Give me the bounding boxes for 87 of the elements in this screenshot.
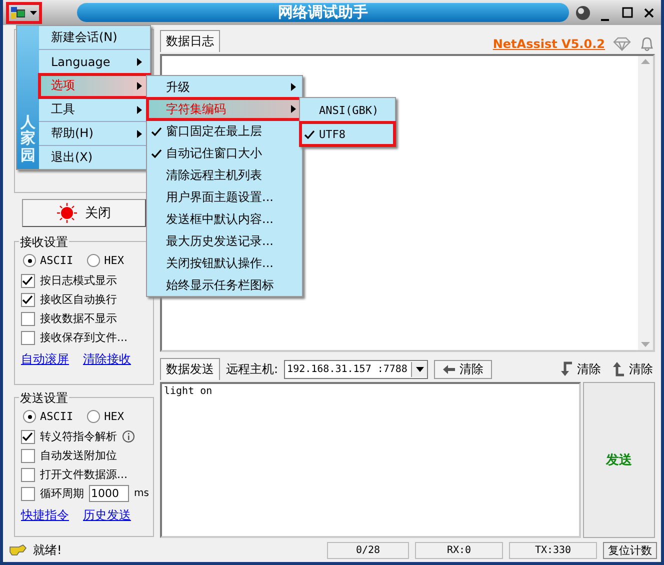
remote-host-label: 远程主机: bbox=[226, 360, 278, 378]
status-field: TX:330 bbox=[509, 542, 597, 558]
submenu-arrow-icon bbox=[137, 130, 142, 138]
status-light-icon bbox=[57, 203, 77, 223]
menu-item[interactable]: 新建会话(N) bbox=[39, 26, 150, 50]
checkbox[interactable] bbox=[21, 486, 35, 500]
send-tab[interactable]: 数据发送 bbox=[160, 358, 220, 380]
close-icon bbox=[644, 8, 654, 18]
checkbox-label: 接收区自动换行 bbox=[40, 292, 117, 307]
checkbox-label: 转义符指令解析 bbox=[40, 429, 117, 444]
unit-label: ms bbox=[134, 488, 149, 499]
link[interactable]: 历史发送 bbox=[83, 507, 131, 524]
menu-item[interactable]: 退出(X) bbox=[39, 146, 150, 169]
scroll-up-icon bbox=[641, 59, 650, 64]
radio-button[interactable]: ASCII bbox=[23, 410, 74, 423]
clear-button[interactable]: 清除 bbox=[434, 360, 492, 378]
checkbox[interactable] bbox=[21, 292, 35, 306]
scrollbar[interactable] bbox=[638, 56, 653, 350]
checkbox[interactable] bbox=[21, 312, 35, 326]
app-icon bbox=[11, 6, 25, 18]
send-button[interactable]: 发送 bbox=[583, 382, 655, 538]
submenu-arrow-icon bbox=[291, 105, 296, 113]
message-input[interactable]: light on bbox=[160, 382, 581, 538]
checkbox-label: 打开文件数据源... bbox=[40, 467, 128, 482]
checkbox-label: 接收保存到文件... bbox=[40, 330, 128, 345]
caret-icon bbox=[30, 10, 37, 14]
submenu-arrow-icon bbox=[137, 58, 142, 66]
menu-item[interactable]: 窗口固定在最上层 bbox=[147, 120, 302, 142]
check-icon bbox=[304, 128, 315, 140]
checkbox-label: 循环周期 bbox=[40, 486, 84, 501]
scroll-down-icon bbox=[641, 342, 650, 347]
menu-item[interactable]: ANSI(GBK) bbox=[300, 98, 395, 122]
close-connection-button[interactable]: 关闭 bbox=[22, 199, 146, 227]
link[interactable]: 快捷指令 bbox=[21, 507, 69, 524]
checkbox[interactable] bbox=[21, 274, 35, 288]
log-tab[interactable]: 数据日志 bbox=[160, 30, 220, 52]
menu-item[interactable]: 升级 bbox=[147, 76, 302, 98]
clear-button[interactable]: 清除 bbox=[557, 360, 603, 378]
menu-item[interactable]: 自动记住窗口大小 bbox=[147, 142, 302, 164]
window-menu-button[interactable] bbox=[7, 2, 41, 22]
menu-item[interactable]: 发送框中默认内容... bbox=[147, 208, 302, 230]
window-title: 网络调试助手 bbox=[278, 3, 368, 22]
submenu-arrow-icon bbox=[291, 83, 296, 91]
globe-icon bbox=[575, 4, 591, 20]
info-icon bbox=[122, 430, 135, 443]
checkbox-label: 接收数据不显示 bbox=[40, 311, 117, 326]
menu-item[interactable]: 清除远程主机列表 bbox=[147, 164, 302, 186]
group-title: 接收设置 bbox=[19, 234, 69, 251]
diamond-icon bbox=[613, 36, 631, 50]
left-arrow-icon bbox=[443, 364, 456, 374]
minimize-icon bbox=[601, 18, 609, 20]
clear-button[interactable]: 清除 bbox=[609, 360, 655, 378]
down-arrow-icon bbox=[559, 361, 573, 377]
bell-icon bbox=[639, 36, 655, 52]
check-icon bbox=[22, 294, 33, 304]
check-icon bbox=[22, 430, 33, 442]
check-icon bbox=[22, 274, 33, 286]
period-input[interactable]: 1000 bbox=[89, 485, 129, 502]
status-field: RX:0 bbox=[415, 542, 503, 558]
submenu-arrow-icon bbox=[137, 82, 142, 90]
menu-item[interactable]: UTF8 bbox=[300, 122, 395, 146]
link[interactable]: 清除接收 bbox=[83, 351, 131, 368]
radio-button[interactable]: HEX bbox=[87, 410, 124, 423]
brand-text: 人家园 bbox=[20, 114, 36, 163]
radio-button[interactable]: HEX bbox=[87, 254, 124, 267]
menu-item[interactable]: 始终显示任务栏图标 bbox=[147, 274, 302, 296]
maximize-icon bbox=[622, 7, 632, 18]
radio-button[interactable]: ASCII bbox=[23, 254, 74, 267]
remote-host-dropdown[interactable]: 192.168.31.157 :7788 bbox=[284, 360, 428, 378]
checkbox-label: 按日志模式显示 bbox=[40, 273, 117, 288]
reset-counter-button[interactable]: 复位计数 bbox=[603, 542, 657, 558]
checkbox[interactable] bbox=[21, 448, 35, 462]
menu-item[interactable]: 最大历史发送记录... bbox=[147, 230, 302, 252]
check-icon bbox=[151, 126, 162, 136]
checkbox[interactable] bbox=[21, 430, 35, 444]
menu-item[interactable]: 关闭按钮默认操作... bbox=[147, 252, 302, 274]
check-icon bbox=[151, 148, 162, 158]
checkbox[interactable] bbox=[21, 468, 35, 482]
submenu-arrow-icon bbox=[137, 106, 142, 114]
checkbox[interactable] bbox=[21, 330, 35, 344]
up-arrow-icon bbox=[611, 361, 625, 377]
dropdown-icon bbox=[416, 366, 424, 372]
status-field: 0/28 bbox=[327, 542, 409, 558]
menu-item[interactable]: 用户界面主题设置... bbox=[147, 186, 302, 208]
status-text: 就绪! bbox=[33, 542, 62, 558]
link[interactable]: 自动滚屏 bbox=[21, 351, 69, 368]
checkbox-label: 自动发送附加位 bbox=[40, 448, 117, 463]
